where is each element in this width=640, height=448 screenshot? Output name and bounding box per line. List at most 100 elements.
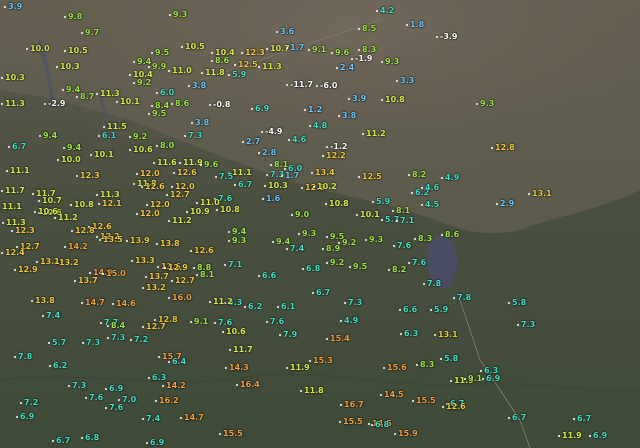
- station-marker: [291, 214, 293, 216]
- station-reading: 13.7: [78, 276, 98, 285]
- station-reading: 10.8: [74, 200, 94, 209]
- station-marker: [38, 200, 40, 202]
- station-marker: [228, 231, 230, 233]
- station-marker: [68, 385, 70, 387]
- station-marker: [400, 333, 402, 335]
- station-marker: [326, 338, 328, 340]
- station-marker: [107, 337, 109, 339]
- station-marker: [63, 147, 65, 149]
- station-reading: 9.2: [133, 132, 148, 141]
- station-reading: 9.5: [155, 48, 170, 57]
- station-reading: 9.3: [173, 10, 188, 19]
- station-reading: 3.8: [192, 81, 207, 90]
- station-marker: [54, 217, 56, 219]
- station-marker: [436, 36, 438, 38]
- station-reading: -11.7: [290, 80, 314, 89]
- station-marker: [276, 31, 278, 33]
- station-reading: 11.7: [5, 186, 25, 195]
- station-marker: [145, 276, 147, 278]
- station-reading: 8.1: [200, 270, 215, 279]
- station-reading: 6.6: [262, 271, 277, 280]
- station-marker: [313, 186, 315, 188]
- station-reading: 11.1: [232, 168, 252, 177]
- station-marker: [56, 66, 58, 68]
- station-reading: 5.9: [232, 70, 247, 79]
- station-marker: [211, 52, 213, 54]
- station-reading: 10.3: [60, 62, 80, 71]
- station-reading: 9.1: [312, 45, 327, 54]
- station-reading: 6.8: [375, 420, 390, 429]
- station-marker: [14, 269, 16, 271]
- station-reading: 5.8: [444, 354, 459, 363]
- station-reading: 9.3: [232, 236, 247, 245]
- station-marker: [338, 115, 340, 117]
- station-marker: [1, 77, 3, 79]
- station-marker: [348, 98, 350, 100]
- station-marker: [358, 49, 360, 51]
- station-marker: [441, 177, 443, 179]
- station-reading: 3.8: [195, 118, 210, 127]
- station-reading: 13.9: [130, 236, 150, 245]
- station-reading: 8.1: [274, 160, 289, 169]
- station-marker: [1, 190, 3, 192]
- station-marker: [362, 133, 364, 135]
- station-marker: [49, 365, 51, 367]
- station-marker: [142, 287, 144, 289]
- station-marker: [168, 361, 170, 363]
- station-reading: 11.8: [205, 68, 225, 77]
- station-marker: [100, 322, 102, 324]
- station-reading: 10.0: [61, 155, 81, 164]
- station-marker: [105, 388, 107, 390]
- station-marker: [416, 364, 418, 366]
- station-reading: 9.2: [342, 238, 357, 247]
- station-marker: [281, 175, 283, 177]
- station-marker: [76, 96, 78, 98]
- station-reading: 9.6: [335, 48, 350, 57]
- station-marker: [241, 52, 243, 54]
- station-reading: 10.8: [220, 205, 240, 214]
- station-marker: [193, 267, 195, 269]
- station-marker: [309, 125, 311, 127]
- station-marker: [326, 262, 328, 264]
- station-marker: [133, 61, 135, 63]
- station-marker: [396, 80, 398, 82]
- station-marker: [26, 48, 28, 50]
- station-reading: 7.6: [109, 403, 124, 412]
- station-marker: [39, 135, 41, 137]
- temperature-map: 3.9 9.8 9.3 3.6 8.5 4.2 1.8 -3.9 9.7 10.0 10.5 9.5 1…: [0, 0, 640, 448]
- station-marker: [32, 193, 34, 195]
- station-reading: 10.3: [5, 73, 25, 82]
- station-marker: [156, 92, 158, 94]
- station-reading: 10.5: [185, 42, 205, 51]
- station-reading: 7.3: [521, 320, 536, 329]
- station-reading: 7.8: [18, 352, 33, 361]
- station-marker: [190, 321, 192, 323]
- station-reading: 13.1: [40, 257, 60, 266]
- station-marker: [31, 300, 33, 302]
- station-marker: [325, 203, 327, 205]
- station-reading: 10.1: [360, 210, 380, 219]
- station-reading: 7.6: [218, 194, 233, 203]
- station-marker: [298, 233, 300, 235]
- station-marker: [476, 103, 478, 105]
- station-marker: [368, 423, 370, 425]
- station-marker: [20, 402, 22, 404]
- station-reading: 6.0: [288, 164, 303, 173]
- station-reading: 15.9: [398, 429, 418, 438]
- station-marker: [508, 302, 510, 304]
- station-marker: [186, 211, 188, 213]
- station-reading: 12.8: [75, 226, 95, 235]
- station-marker: [344, 302, 346, 304]
- station-marker: [74, 280, 76, 282]
- station-marker: [118, 399, 120, 401]
- station-marker: [148, 377, 150, 379]
- station-marker: [129, 136, 131, 138]
- station-reading: 13.2: [146, 283, 166, 292]
- station-marker: [81, 32, 83, 34]
- station-marker: [34, 211, 36, 213]
- station-reading: 13.5: [103, 235, 123, 244]
- station-marker: [191, 122, 193, 124]
- station-reading: 8.2: [392, 265, 407, 274]
- station-reading: 15.3: [313, 356, 333, 365]
- station-marker: [2, 222, 4, 224]
